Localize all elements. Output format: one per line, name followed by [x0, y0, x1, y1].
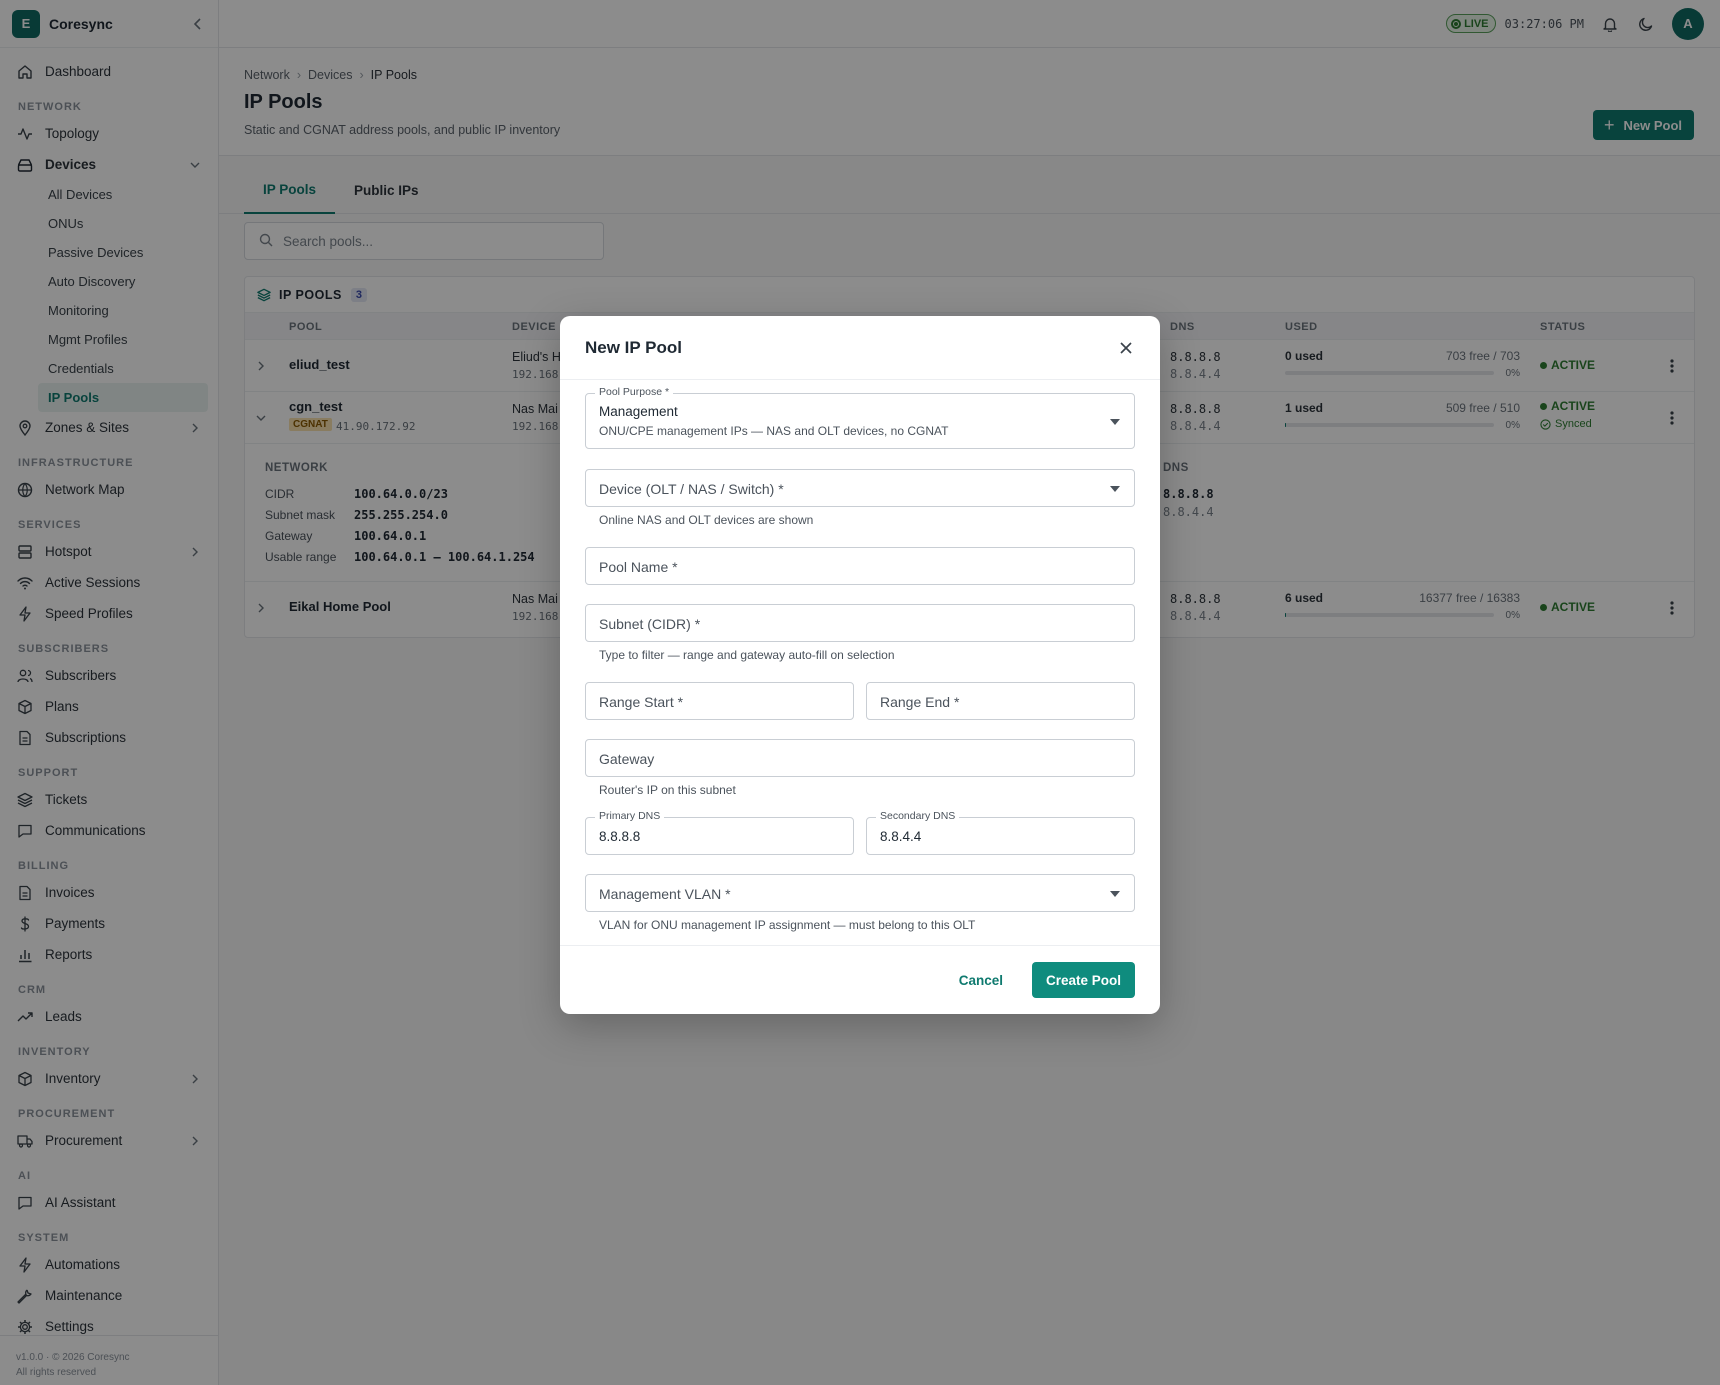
pool-purpose-value: Management: [599, 404, 678, 419]
range-end-field[interactable]: Range End *: [866, 682, 1135, 720]
caret-down-icon: [1110, 419, 1120, 425]
caret-down-icon: [1110, 891, 1120, 897]
device-help-text: Online NAS and OLT devices are shown: [599, 513, 814, 527]
dialog-header: New IP Pool: [560, 316, 1160, 380]
range-end-placeholder: Range End *: [880, 694, 960, 710]
pool-purpose-description: ONU/CPE management IPs — NAS and OLT dev…: [599, 424, 949, 438]
dialog-footer: Cancel Create Pool: [560, 945, 1160, 1014]
close-icon[interactable]: [1116, 338, 1136, 358]
caret-down-icon: [1110, 486, 1120, 492]
gateway-placeholder: Gateway: [599, 751, 655, 767]
secondary-dns-field[interactable]: Secondary DNS 8.8.4.4: [866, 810, 1135, 855]
range-start-field[interactable]: Range Start *: [585, 682, 854, 720]
primary-dns-label: Primary DNS: [595, 810, 665, 822]
cancel-button[interactable]: Cancel: [959, 962, 1003, 998]
device-select[interactable]: Device (OLT / NAS / Switch) *: [585, 469, 1135, 507]
secondary-dns-value: 8.8.4.4: [880, 829, 922, 844]
pool-purpose-select[interactable]: Pool Purpose * Management ONU/CPE manage…: [585, 386, 1135, 449]
new-ip-pool-dialog: New IP Pool Pool Purpose * Management ON…: [560, 316, 1160, 1014]
vlan-help-text: VLAN for ONU management IP assignment — …: [599, 918, 976, 932]
device-placeholder: Device (OLT / NAS / Switch) *: [599, 481, 784, 497]
subnet-field[interactable]: Subnet (CIDR) *: [585, 604, 1135, 642]
create-pool-button[interactable]: Create Pool: [1032, 962, 1135, 998]
dialog-title: New IP Pool: [585, 337, 682, 357]
gateway-field[interactable]: Gateway: [585, 739, 1135, 777]
subnet-placeholder: Subnet (CIDR) *: [599, 616, 701, 632]
management-vlan-select[interactable]: Management VLAN *: [585, 874, 1135, 912]
subnet-help-text: Type to filter — range and gateway auto-…: [599, 648, 895, 662]
pool-name-placeholder: Pool Name *: [599, 559, 678, 575]
range-start-placeholder: Range Start *: [599, 694, 684, 710]
gateway-help-text: Router's IP on this subnet: [599, 783, 736, 797]
primary-dns-field[interactable]: Primary DNS 8.8.8.8: [585, 810, 854, 855]
primary-dns-value: 8.8.8.8: [599, 829, 641, 844]
pool-purpose-label: Pool Purpose *: [595, 386, 674, 398]
pool-name-field[interactable]: Pool Name *: [585, 547, 1135, 585]
secondary-dns-label: Secondary DNS: [876, 810, 960, 822]
vlan-placeholder: Management VLAN *: [599, 886, 731, 902]
